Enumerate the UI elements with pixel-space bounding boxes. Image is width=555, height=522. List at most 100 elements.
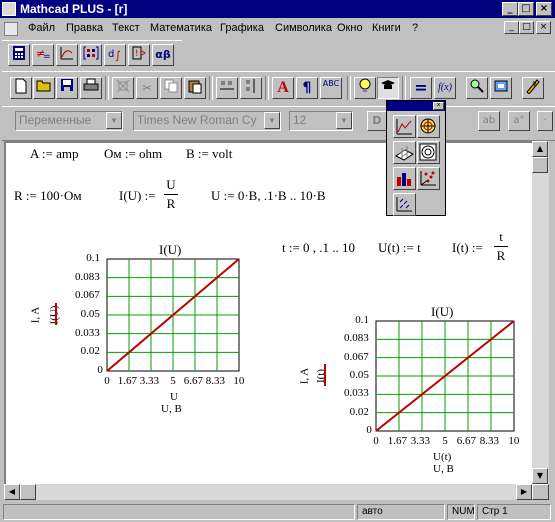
vector-field-plot-button[interactable]	[393, 193, 416, 216]
menu-graphics[interactable]: Графика	[220, 22, 264, 34]
superscript-button[interactable]: a°	[508, 111, 530, 131]
voltage-range-definition[interactable]: U := 0·B, .1·B .. 10·B	[211, 188, 326, 204]
text-region-button[interactable]: A	[272, 77, 294, 99]
current-of-t-fraction[interactable]: t R	[494, 229, 508, 264]
cut-button[interactable]: ✂	[136, 77, 158, 99]
calculus-palette-button[interactable]: d ∫	[104, 44, 126, 66]
graph-palette[interactable]: ×	[386, 100, 446, 216]
polar-plot-icon	[420, 118, 436, 134]
doc-minimize-button[interactable]: _	[504, 21, 519, 34]
paste-button[interactable]	[184, 77, 206, 99]
insert-function-button[interactable]: f(x)	[434, 77, 456, 99]
copy-button[interactable]	[160, 77, 182, 99]
programming-palette-button[interactable]: !	[128, 44, 150, 66]
x-tick-label: 5	[170, 375, 176, 387]
save-button[interactable]	[56, 77, 78, 99]
scatter-plot-3d-button[interactable]	[417, 167, 440, 190]
current-function-lhs[interactable]: I(U) :=	[119, 188, 156, 204]
t-range-definition[interactable]: t := 0 , .1 .. 10	[282, 240, 355, 256]
align-across-button[interactable]	[216, 77, 238, 99]
fraction-numerator: U	[166, 177, 176, 192]
scroll-right-button[interactable]: ▶	[516, 484, 532, 500]
more-format-button[interactable]: ·	[537, 111, 553, 131]
insert-component-button[interactable]	[490, 77, 512, 99]
magnifier-icon	[470, 79, 484, 93]
font-select[interactable]: Times New Roman Cy ▼	[133, 111, 281, 131]
y-axis-label: I, A	[298, 367, 311, 385]
scroll-left-button[interactable]: ◀	[4, 484, 20, 500]
paragraph-button[interactable]: ¶	[296, 77, 318, 99]
menu-window[interactable]: Окно	[337, 22, 363, 34]
chevron-down-icon[interactable]: ▼	[336, 112, 352, 129]
graph-palette-button[interactable]	[56, 44, 78, 66]
lightbulb-icon	[359, 78, 371, 92]
bold-button[interactable]: D	[367, 111, 387, 131]
menu-edit[interactable]: Правка	[66, 22, 103, 34]
text-a-label: A	[277, 79, 289, 96]
doc-close-button[interactable]: ×	[536, 21, 551, 34]
resistance-definition[interactable]: R := 100·Ом	[14, 188, 82, 204]
x-tick-label: 10	[508, 435, 520, 447]
x-axis-label: U, B	[433, 463, 454, 475]
contour-plot-button[interactable]	[417, 141, 440, 164]
menu-text[interactable]: Текст	[112, 22, 140, 34]
evaluation-palette-button[interactable]: ≠ =	[32, 44, 54, 66]
chevron-down-icon[interactable]: ▼	[264, 112, 280, 129]
x-tick-label: 6.67	[183, 375, 204, 387]
unit-def-ohm[interactable]: Ом := ohm	[104, 146, 162, 162]
surface-plot-button[interactable]	[393, 141, 416, 164]
close-button[interactable]: ×	[536, 2, 552, 16]
scroll-down-button[interactable]: ▼	[532, 468, 548, 484]
matrix-palette-button[interactable]	[80, 44, 102, 66]
worksheet[interactable]: A := amp Ом := ohm B := volt R := 100·Ом…	[4, 141, 532, 484]
current-of-t-lhs[interactable]: I(t) :=	[452, 240, 483, 256]
spell-check-button[interactable]: ABC	[320, 77, 342, 99]
new-button[interactable]	[10, 77, 32, 99]
superscript-label: a°	[513, 115, 525, 126]
calculator-palette-button[interactable]	[8, 44, 30, 66]
scroll-up-button[interactable]: ▲	[532, 141, 548, 157]
horizontal-scroll-thumb[interactable]	[20, 484, 36, 500]
greek-palette-button[interactable]: αβ	[152, 44, 174, 66]
document-icon[interactable]	[4, 22, 18, 36]
unit-def-volt[interactable]: B := volt	[186, 146, 232, 162]
calculate-button[interactable]: =	[410, 77, 432, 99]
align-down-button[interactable]	[240, 77, 262, 99]
print-preview-button[interactable]	[112, 77, 134, 99]
font-size-select[interactable]: 12 ▼	[289, 111, 353, 131]
current-function-fraction[interactable]: U R	[164, 177, 178, 212]
mathcad-app-icon[interactable]	[2, 2, 16, 16]
zoom-button[interactable]	[466, 77, 488, 99]
vertical-scrollbar[interactable]: ▲ ▼	[532, 141, 549, 484]
menu-math[interactable]: Математика	[150, 22, 212, 34]
menu-file[interactable]: Файл	[28, 22, 55, 34]
vertical-scroll-thumb[interactable]	[532, 157, 548, 173]
style-select[interactable]: Переменные ▼	[15, 111, 123, 131]
plot-area[interactable]	[375, 320, 515, 432]
chevron-down-icon[interactable]: ▼	[106, 112, 122, 129]
menu-help[interactable]: ?	[412, 22, 418, 34]
minimize-button[interactable]: _	[502, 2, 518, 16]
unit-def-ampere[interactable]: A := amp	[30, 146, 79, 162]
help-button[interactable]: ?	[522, 77, 544, 99]
y-tick-label: 0.1	[86, 252, 100, 264]
y-tick-label: 0	[97, 364, 103, 376]
subscript-button[interactable]: ab	[478, 111, 500, 131]
xy-plot-button[interactable]	[393, 115, 416, 138]
bar-plot-3d-button[interactable]	[393, 167, 416, 190]
print-button[interactable]	[80, 77, 102, 99]
menu-books[interactable]: Книги	[372, 22, 401, 34]
palette-close-button[interactable]: ×	[433, 102, 444, 110]
polar-plot-button[interactable]	[417, 115, 440, 138]
resource-center-button[interactable]	[377, 77, 399, 99]
open-button[interactable]	[33, 77, 55, 99]
maximize-button[interactable]: □	[518, 2, 534, 16]
doc-restore-button[interactable]: □	[519, 21, 534, 34]
menu-symbolics[interactable]: Символика	[275, 22, 332, 34]
plot-area[interactable]	[106, 258, 240, 372]
lightbulb-button[interactable]	[354, 77, 376, 99]
voltage-of-t-definition[interactable]: U(t) := t	[378, 240, 421, 256]
svg-text:∫: ∫	[115, 49, 121, 61]
new-document-icon	[15, 78, 27, 94]
horizontal-scrollbar[interactable]: ◀ ▶	[4, 484, 532, 500]
